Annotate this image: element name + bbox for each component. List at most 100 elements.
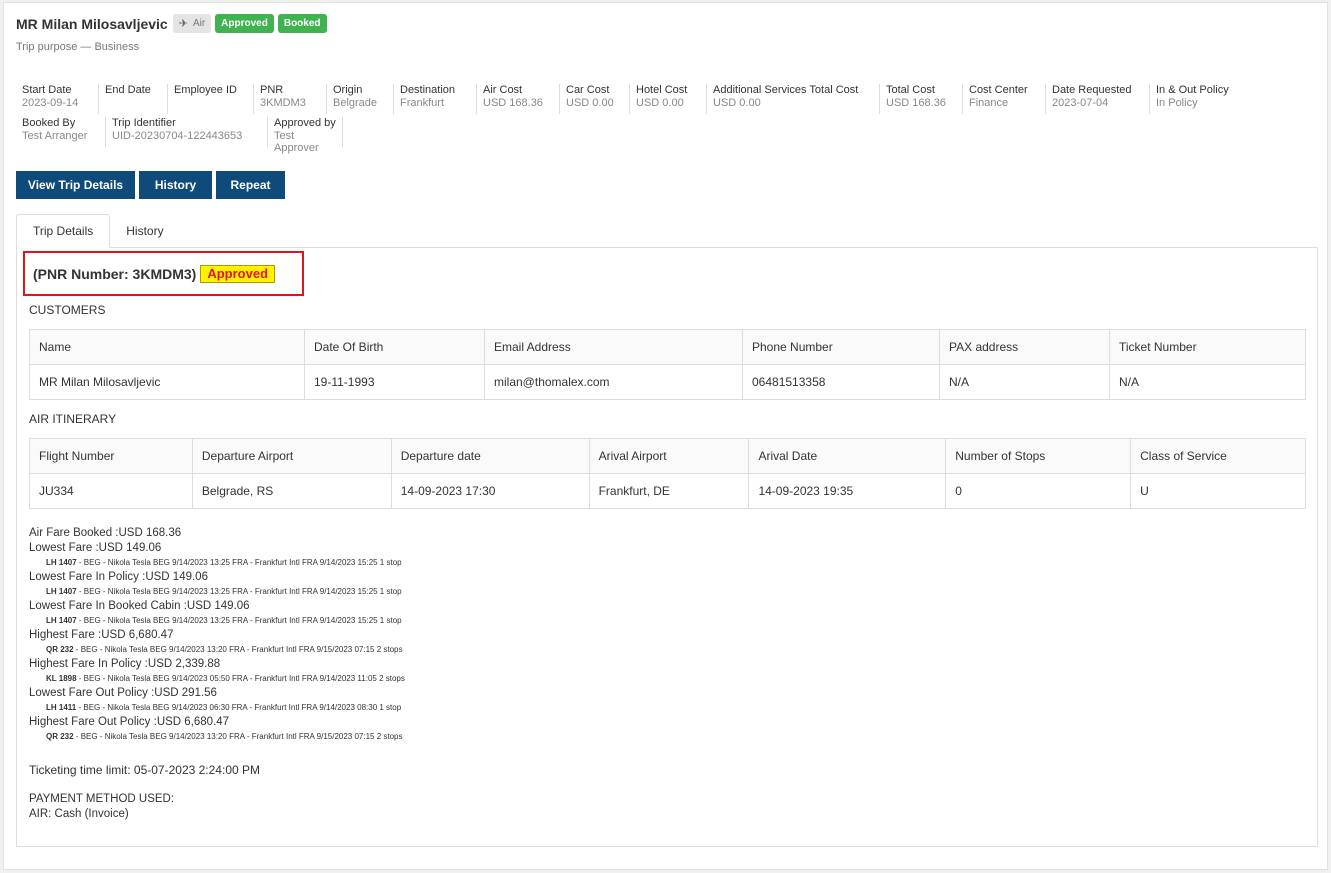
fare-route: - BEG - Nikola Tesla BEG 9/14/2023 13:25… [76,558,402,567]
info-value: 3KMDM3 [260,97,306,109]
fare-detail: LH 1407 - BEG - Nikola Tesla BEG 9/14/20… [29,614,929,628]
info-label: Start Date [22,84,72,96]
fare-flight-number: QR 232 [46,732,74,741]
fare-label: Air Fare Booked : [29,527,119,539]
info-cell: Start Date 2023-09-14 [16,84,99,114]
info-value: UID-20230704-122443653 [112,130,243,142]
column-header: Number of Stops [945,438,1132,474]
column-header: Date Of Birth [304,329,485,365]
trip-info-row-1: Start Date 2023-09-14 End Date Employee ID P… [16,84,1244,114]
fare-value: USD 149.06 [98,542,162,554]
tab-history[interactable]: History [110,214,179,248]
column-header: Departure date [390,438,590,474]
info-label: Booked By [22,117,76,129]
fare-route: - BEG - Nikola Tesla BEG 9/14/2023 13:20… [73,645,403,654]
table-cell: MR Milan Milosavljevic [29,364,305,400]
info-value: In Policy [1156,97,1198,109]
info-value: USD 168.36 [886,97,946,109]
fare-value: USD 6,680.47 [101,629,174,641]
fare-flight-number: QR 232 [46,645,74,654]
info-label: Cost Center [969,84,1028,96]
info-value: Test Arranger [22,130,88,142]
pnr-status-badge: Approved [200,264,276,283]
view-trip-details-button[interactable]: View Trip Details [16,171,135,199]
info-cell: In & Out Policy In Policy [1150,84,1244,114]
table-cell: Frankfurt, DE [588,473,750,509]
payment-method-title: PAYMENT METHOD USED: [29,793,175,805]
info-cell: Total Cost USD 168.36 [880,84,963,114]
info-cell: Cost Center Finance [963,84,1046,114]
fare-route: - BEG - Nikola Tesla BEG 9/14/2023 05:50… [76,674,405,683]
info-label: End Date [105,84,151,96]
fare-label: Highest Fare Out Policy : [29,716,157,728]
fare-line: Lowest Fare In Policy :USD 149.06 [29,570,929,585]
column-header: Email Address [484,329,743,365]
info-value: USD 0.00 [566,97,614,109]
info-cell: Origin Belgrade [327,84,394,114]
fare-label: Highest Fare : [29,629,102,641]
approved-badge: Approved [215,14,274,33]
info-label: Trip Identifier [112,117,176,129]
table-cell: 14-09-2023 17:30 [390,473,590,509]
fare-label: Lowest Fare In Booked Cabin : [29,600,187,612]
traveler-name: MR Milan Milosavljevic [16,15,168,32]
fare-line: Highest Fare In Policy :USD 2,339.88 [29,657,929,672]
info-cell: Car Cost USD 0.00 [560,84,630,114]
air-mode-label: Air [192,18,206,29]
table-cell: Belgrade, RS [191,473,392,509]
repeat-button[interactable]: Repeat [216,171,285,199]
fare-route: - BEG - Nikola Tesla BEG 9/14/2023 13:25… [76,616,402,625]
info-value: USD 0.00 [636,97,684,109]
fare-value: USD 6,680.47 [156,716,230,728]
fare-line: Highest Fare Out Policy :USD 6,680.47 [29,715,929,730]
pnr-highlight-box: (PNR Number: 3KMDM3) Approved [23,251,304,296]
table-row: MR Milan Milosavljevic 19-11-1993 milan@th… [29,364,1306,400]
trip-purpose: Trip purpose — Business [16,41,140,53]
info-value: Test Approver [274,130,319,154]
fare-detail: LH 1411 - BEG - Nikola Tesla BEG 9/14/20… [29,701,929,715]
itinerary-table: Flight Number Departure Airport Departure … [29,438,1306,509]
fare-route: - BEG - Nikola Tesla BEG 9/14/2023 13:25… [76,587,402,596]
fare-line: Lowest Fare :USD 149.06 [29,541,929,556]
fare-label: Highest Fare In Policy : [29,658,148,670]
fare-label: Lowest Fare : [29,542,99,554]
pnr-number: (PNR Number: 3KMDM3) [33,265,197,282]
column-header: Arival Date [748,438,947,474]
info-cell: Approved by Test Approver [268,117,343,154]
column-header: Phone Number [742,329,940,365]
fare-detail: LH 1407 - BEG - Nikola Tesla BEG 9/14/20… [29,556,929,570]
info-value: USD 0.00 [713,97,761,109]
info-label: In & Out Policy [1156,84,1229,96]
info-label: Air Cost [483,84,523,96]
table-cell: U [1130,473,1306,509]
info-cell: Additional Services Total Cost USD 0.00 [707,84,880,114]
info-value: USD 168.36 [483,97,543,109]
table-cell: 06481513358 [742,364,940,400]
trip-info-row-2: Booked By Test Arranger Trip Identifier UID… [16,117,343,154]
column-header: Departure Airport [191,438,392,474]
table-cell: JU334 [29,473,193,509]
fare-value: USD 149.06 [145,571,208,583]
fare-line: Lowest Fare Out Policy :USD 291.56 [29,686,929,701]
fare-label: Lowest Fare In Policy : [29,571,146,583]
table-cell: 0 [945,473,1132,509]
fare-label: Lowest Fare Out Policy : [29,687,155,699]
table-cell: N/A [1109,364,1306,400]
fare-value: USD 149.06 [186,600,250,612]
info-value: 2023-09-14 [22,97,79,109]
air-mode-badge: ✈ Air [172,14,212,33]
info-cell: PNR 3KMDM3 [254,84,327,114]
fare-detail: QR 232 - BEG - Nikola Tesla BEG 9/14/202… [29,730,929,744]
info-label: PNR [260,84,284,96]
customers-table: Name Date Of Birth Email Address Phone Numb… [29,329,1306,400]
payment-method-value: AIR: Cash (Invoice) [29,808,129,820]
info-cell: Date Requested 2023-07-04 [1046,84,1150,114]
history-button[interactable]: History [139,171,212,199]
column-header: Name [29,329,305,365]
trip-card: MR Milan Milosavljevic ✈ Air Approved Bo… [3,2,1328,870]
fare-value: USD 291.56 [154,687,217,699]
fare-detail: QR 232 - BEG - Nikola Tesla BEG 9/14/202… [29,643,929,657]
tab-trip-details[interactable]: Trip Details [16,214,111,248]
info-cell: Employee ID [168,84,254,114]
column-header: PAX address [939,329,1110,365]
